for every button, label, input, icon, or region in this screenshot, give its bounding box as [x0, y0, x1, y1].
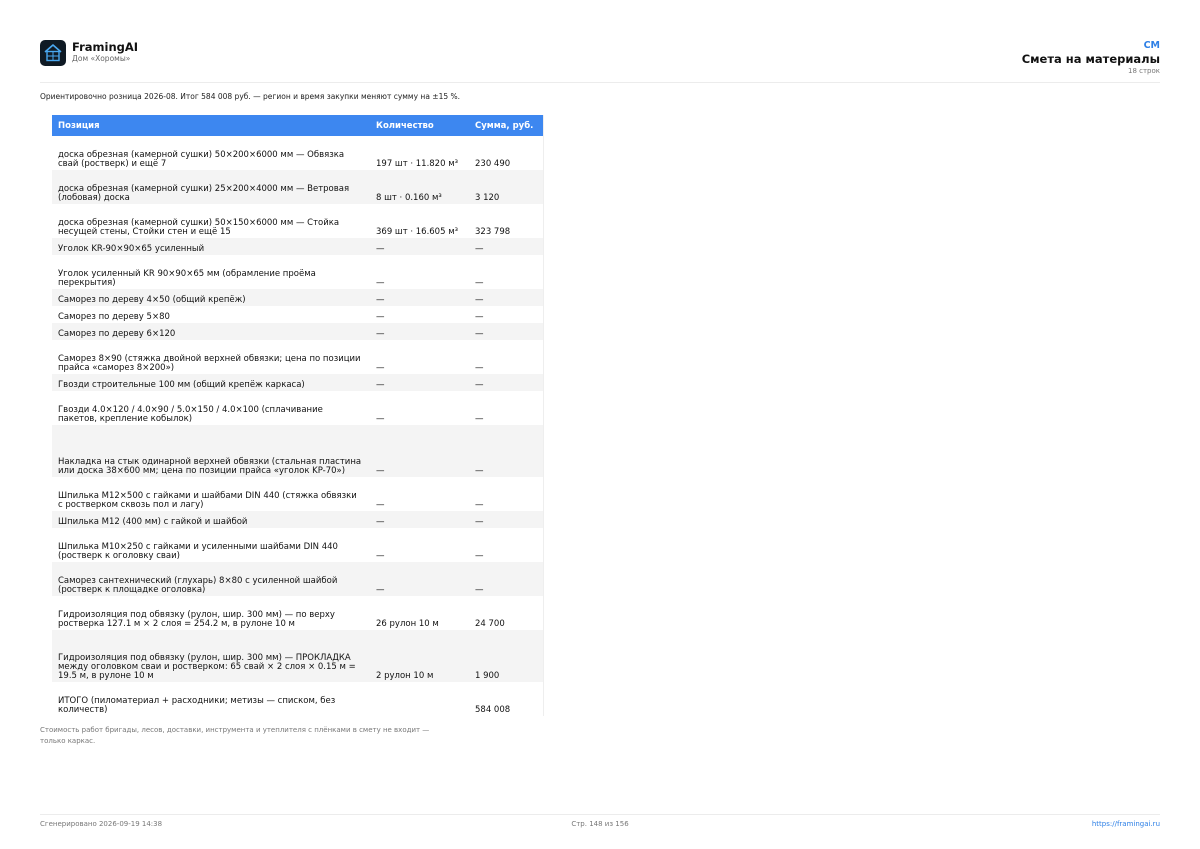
table-row: доска обрезная (камерной сушки) 25×200×4…: [52, 170, 543, 204]
column-header-item: Позиция: [52, 115, 370, 136]
cell-quantity: —: [370, 374, 469, 391]
cell-sum: —: [469, 562, 543, 596]
cell-item: Саморез по дереву 4×50 (общий крепёж): [52, 289, 370, 306]
cell-quantity: 197 шт · 11.820 м³: [370, 136, 469, 170]
column-header-quantity: Количество: [370, 115, 469, 136]
table-row: доска обрезная (камерной сушки) 50×150×6…: [52, 204, 543, 238]
cell-quantity: 8 шт · 0.160 м³: [370, 170, 469, 204]
cell-item: Гидроизоляция под обвязку (рулон, шир. 3…: [52, 630, 370, 682]
cell-item: Уголок KR-90×90×65 усиленный: [52, 238, 370, 255]
table-row: Шпилька M12 (400 мм) с гайкой и шайбой — —: [52, 511, 543, 528]
cell-sum: 3 120: [469, 170, 543, 204]
cell-sum: 24 700: [469, 596, 543, 630]
cell-quantity: —: [370, 425, 469, 477]
cell-quantity: —: [370, 255, 469, 289]
cell-quantity: 2 рулон 10 м: [370, 630, 469, 682]
cell-sum: —: [469, 511, 543, 528]
disclaimer: Стоимость работ бригады, лесов, доставки…: [40, 726, 430, 745]
cell-item: Саморез по дереву 5×80: [52, 306, 370, 323]
cell-item: Саморез сантехнический (глухарь) 8×80 с …: [52, 562, 370, 596]
cell-sum: 1 900: [469, 630, 543, 682]
table-row: Гидроизоляция под обвязку (рулон, шир. 3…: [52, 630, 543, 682]
cell-quantity: —: [370, 238, 469, 255]
materials-table: Позиция Количество Сумма, руб. доска обр…: [52, 115, 544, 716]
table-row: Шпилька M12×500 с гайками и шайбами DIN …: [52, 477, 543, 511]
estimate-note: Ориентировочно розница 2026-08. Итог 584…: [40, 92, 461, 101]
table-row: Саморез по дереву 4×50 (общий крепёж) — —: [52, 289, 543, 306]
table-row: доска обрезная (камерной сушки) 50×200×6…: [52, 136, 543, 170]
site-link[interactable]: https://framingai.ru: [1092, 820, 1160, 828]
table-body: доска обрезная (камерной сушки) 50×200×6…: [52, 136, 543, 716]
rows-count: 18 строк: [1127, 67, 1160, 75]
document-heading: CM Смета на материалы 18 строк: [1022, 40, 1160, 76]
brand-name: FramingAI: [72, 40, 139, 54]
cell-quantity: 26 рулон 10 м: [370, 596, 469, 630]
table-row: Гвозди 4.0×120 / 4.0×90 / 5.0×150 / 4.0×…: [52, 391, 543, 425]
column-header-sum: Сумма, руб.: [469, 115, 543, 136]
cell-quantity: —: [370, 391, 469, 425]
cell-sum: —: [469, 374, 543, 391]
cell-item: Гвозди 4.0×120 / 4.0×90 / 5.0×150 / 4.0×…: [52, 391, 370, 425]
table-row: Саморез 8×90 (стяжка двойной верхней обв…: [52, 340, 543, 374]
cell-item: Шпилька M10×250 с гайками и усиленными ш…: [52, 528, 370, 562]
table-row: Накладка на стык одинарной верхней обвяз…: [52, 425, 543, 477]
cell-sum: —: [469, 289, 543, 306]
table-row: Шпилька M10×250 с гайками и усиленными ш…: [52, 528, 543, 562]
table-row: ИТОГО (пиломатериал + расходники; метизы…: [52, 682, 543, 716]
cell-quantity: —: [370, 289, 469, 306]
table-row: Саморез сантехнический (глухарь) 8×80 с …: [52, 562, 543, 596]
cell-quantity: —: [370, 562, 469, 596]
cell-item: Гвозди строительные 100 мм (общий крепёж…: [52, 374, 370, 391]
cell-item: доска обрезная (камерной сушки) 50×150×6…: [52, 204, 370, 238]
cell-item: доска обрезная (камерной сушки) 25×200×4…: [52, 170, 370, 204]
cell-sum: 584 008: [469, 682, 543, 716]
cell-sum: —: [469, 477, 543, 511]
cell-sum: 230 490: [469, 136, 543, 170]
document-title: Смета на материалы: [1021, 52, 1160, 66]
cell-sum: —: [469, 323, 543, 340]
project-name: Дом «Хоромы»: [72, 54, 131, 63]
cell-quantity: —: [370, 306, 469, 323]
cell-item: Уголок усиленный KR 90×90×65 мм (обрамле…: [52, 255, 370, 289]
cell-quantity: —: [370, 323, 469, 340]
cell-item: Шпилька M12×500 с гайками и шайбами DIN …: [52, 477, 370, 511]
page-footer: Сгенерировано 2026-09-19 14:38 Стр. 148 …: [40, 814, 1160, 835]
cell-sum: —: [469, 255, 543, 289]
table-row: Саморез по дереву 5×80— —: [52, 306, 543, 323]
page-number: Стр. 148 из 156: [571, 820, 629, 828]
cell-sum: —: [469, 528, 543, 562]
cell-item: Саморез по дереву 6×120: [52, 323, 370, 340]
table-row: Гвозди строительные 100 мм (общий крепёж…: [52, 374, 543, 391]
table-row: Уголок KR-90×90×65 усиленный — —: [52, 238, 543, 255]
cell-sum: —: [469, 391, 543, 425]
table-row: Саморез по дереву 6×120— —: [52, 323, 543, 340]
cell-quantity: —: [370, 477, 469, 511]
cell-sum: —: [469, 425, 543, 477]
cell-quantity: —: [370, 528, 469, 562]
cell-item: Гидроизоляция под обвязку (рулон, шир. 3…: [52, 596, 370, 630]
cell-sum: —: [469, 340, 543, 374]
cell-sum: 323 798: [469, 204, 543, 238]
cell-item: Накладка на стык одинарной верхней обвяз…: [52, 425, 370, 477]
cell-sum: —: [469, 238, 543, 255]
cell-quantity: [370, 682, 469, 716]
cell-sum: —: [469, 306, 543, 323]
cell-quantity: —: [370, 511, 469, 528]
table-row: Гидроизоляция под обвязку (рулон, шир. 3…: [52, 596, 543, 630]
table-header-row: Позиция Количество Сумма, руб.: [52, 115, 543, 136]
page-header: FramingAI Дом «Хоромы» CM Смета на матер…: [40, 40, 1160, 83]
cell-item: ИТОГО (пиломатериал + расходники; метизы…: [52, 682, 370, 716]
cell-quantity: 369 шт · 16.605 м³: [370, 204, 469, 238]
cell-item: Шпилька M12 (400 мм) с гайкой и шайбой: [52, 511, 370, 528]
cell-item: доска обрезная (камерной сушки) 50×200×6…: [52, 136, 370, 170]
document-code: CM: [1143, 40, 1160, 51]
house-logo-icon: [40, 40, 66, 66]
cell-item: Саморез 8×90 (стяжка двойной верхней обв…: [52, 340, 370, 374]
table-row: Уголок усиленный KR 90×90×65 мм (обрамле…: [52, 255, 543, 289]
cell-quantity: —: [370, 340, 469, 374]
